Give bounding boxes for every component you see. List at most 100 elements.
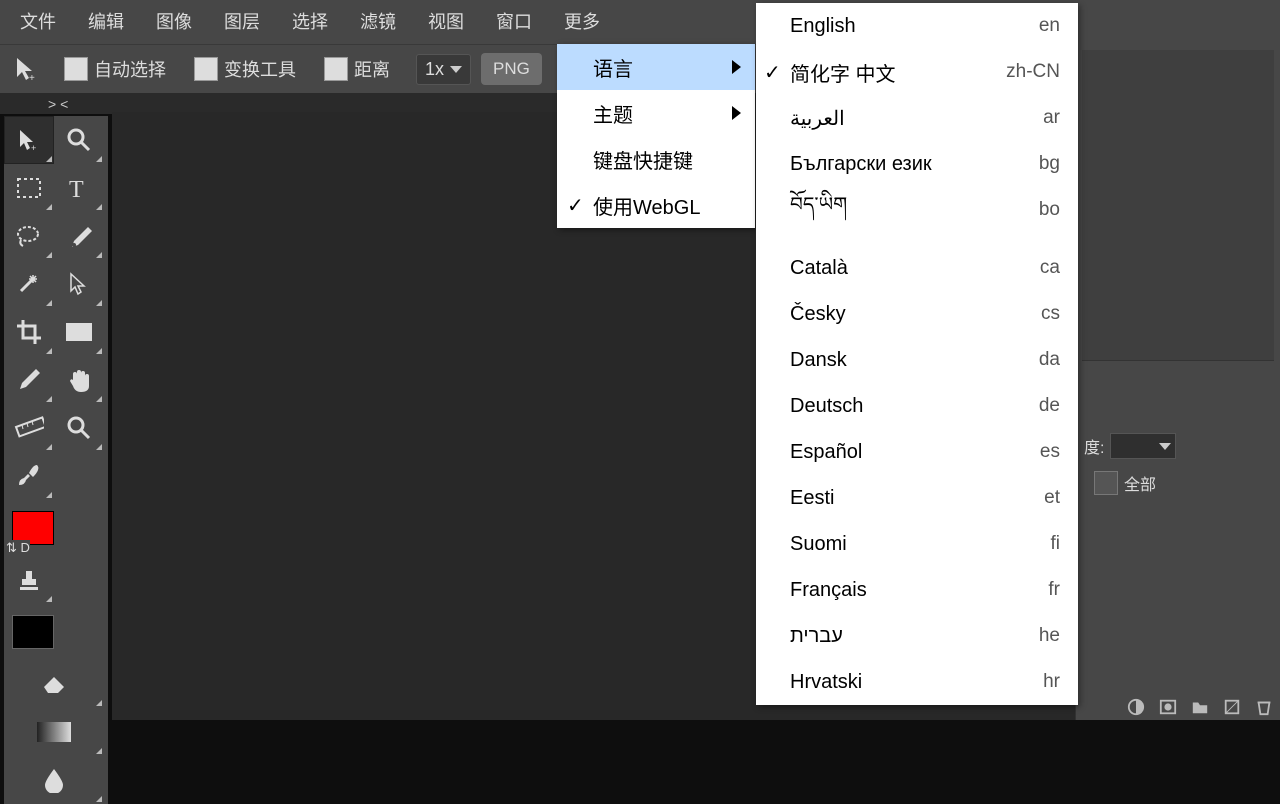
lang-name: עברית [790, 625, 843, 648]
more-keyboard-label: 键盘快捷键 [593, 145, 693, 174]
right-panel: 度: 全部 [1075, 44, 1280, 720]
menu-file[interactable]: 文件 [4, 0, 72, 44]
tool-lasso[interactable] [4, 212, 54, 260]
tool-move[interactable]: + [4, 116, 54, 164]
lang-code: fr [1048, 579, 1060, 601]
tool-gradient[interactable] [4, 708, 104, 756]
tool-rect-select[interactable] [4, 164, 54, 212]
more-language[interactable]: 语言 [557, 44, 755, 90]
more-theme[interactable]: 主题 [557, 90, 755, 136]
lock-all-label: 全部 [1124, 471, 1156, 495]
lang-code: es [1040, 441, 1060, 463]
more-keyboard[interactable]: 键盘快捷键 [557, 136, 755, 182]
tool-pen[interactable] [54, 212, 104, 260]
export-png-button[interactable]: PNG [481, 53, 542, 85]
lang-option-he[interactable]: עברית he [756, 613, 1078, 659]
lang-option-ca[interactable]: Catalàca [756, 245, 1078, 291]
tool-type[interactable]: T [54, 164, 104, 212]
tool-crop[interactable] [4, 308, 54, 356]
auto-select-checkbox[interactable] [64, 57, 88, 81]
lang-name: Suomi [790, 533, 847, 556]
lang-name: Česky [790, 303, 846, 326]
lang-option-hr[interactable]: Hrvatskihr [756, 659, 1078, 705]
lang-option-ar[interactable]: العربيةar [756, 95, 1078, 141]
check-icon: ✓ [764, 60, 781, 85]
tool-foreground-color[interactable]: ⇅ D [4, 500, 62, 556]
menu-edit[interactable]: 编辑 [72, 0, 140, 44]
lang-name: English [790, 15, 856, 38]
lang-name: Français [790, 579, 867, 602]
more-dropdown: 语言 主题 键盘快捷键 ✓ 使用WebGL [557, 44, 755, 228]
menu-more[interactable]: 更多 [548, 0, 616, 44]
lang-code: de [1039, 395, 1060, 417]
lang-option-bg[interactable]: Български език bg [756, 141, 1078, 187]
lang-option-et[interactable]: Eesti et [756, 475, 1078, 521]
tool-hand[interactable] [54, 356, 104, 404]
lang-option-fi[interactable]: Suomifi [756, 521, 1078, 567]
more-language-label: 语言 [593, 53, 633, 82]
trash-icon[interactable] [1254, 698, 1274, 716]
lang-code: da [1039, 349, 1060, 371]
submenu-arrow-icon [732, 106, 741, 120]
menu-filter[interactable]: 滤镜 [344, 0, 412, 44]
menu-layer[interactable]: 图层 [208, 0, 276, 44]
lang-code: he [1039, 625, 1060, 647]
tool-stamp[interactable] [4, 556, 54, 604]
lang-name: Български език [790, 153, 932, 176]
menu-window[interactable]: 窗口 [480, 0, 548, 44]
lang-option-cs[interactable]: Česky cs [756, 291, 1078, 337]
new-layer-icon[interactable] [1222, 698, 1242, 716]
lang-option-en[interactable]: Englishen [756, 3, 1078, 49]
panel-upper [1082, 50, 1274, 361]
lang-code: ar [1043, 107, 1060, 129]
tool-zoom[interactable] [54, 116, 104, 164]
more-webgl[interactable]: ✓ 使用WebGL [557, 182, 755, 228]
distance-checkbox[interactable] [324, 57, 348, 81]
tool-brush[interactable] [4, 452, 54, 500]
language-submenu: Englishen✓简化字 中文zh-CNالعربيةarБългарски … [756, 3, 1078, 705]
lang-option-zh-CN[interactable]: ✓简化字 中文zh-CN [756, 49, 1078, 95]
adjustment-icon[interactable] [1126, 698, 1146, 716]
tool-eraser[interactable] [4, 660, 104, 708]
tool-ruler[interactable] [4, 404, 54, 452]
svg-text:+: + [29, 73, 35, 83]
check-icon: ✓ [567, 193, 584, 218]
lang-option-fr[interactable]: Français fr [756, 567, 1078, 613]
menu-bar: 文件 编辑 图像 图层 选择 滤镜 视图 窗口 更多 [0, 0, 1280, 44]
lang-option-da[interactable]: Danskda [756, 337, 1078, 383]
menu-select[interactable]: 选择 [276, 0, 344, 44]
tool-wand[interactable] [4, 260, 54, 308]
tool-rectangle[interactable] [54, 308, 104, 356]
transform-checkbox[interactable] [194, 57, 218, 81]
lang-code: bg [1039, 153, 1060, 175]
lock-all-checkbox[interactable] [1094, 471, 1118, 495]
tool-blur[interactable] [4, 756, 104, 804]
tool-magnify[interactable] [54, 404, 104, 452]
lang-code: ca [1040, 257, 1060, 279]
tool-background-color[interactable] [4, 604, 62, 660]
lang-option-bo[interactable]: བོད་ཡིགbo [756, 187, 1078, 233]
opacity-row: 度: [1076, 427, 1280, 465]
lang-code: zh-CN [1006, 61, 1060, 83]
lang-name: བོད་ཡིག [790, 182, 847, 238]
tool-path-select[interactable] [54, 260, 104, 308]
svg-text:+: + [31, 143, 36, 153]
toolbox: + T ⇅ D [4, 116, 108, 804]
lang-name: Español [790, 441, 862, 464]
submenu-arrow-icon [732, 60, 741, 74]
lang-name: Hrvatski [790, 671, 862, 694]
lang-code: cs [1041, 303, 1060, 325]
folder-icon[interactable] [1190, 698, 1210, 716]
lang-option-es[interactable]: Español es [756, 429, 1078, 475]
layer-footer-icons [1126, 698, 1274, 716]
menu-view[interactable]: 视图 [412, 0, 480, 44]
more-webgl-label: 使用WebGL [593, 191, 700, 220]
opacity-select[interactable] [1110, 433, 1176, 459]
zoom-select[interactable]: 1x [416, 54, 471, 85]
tool-eyedropper[interactable] [4, 356, 54, 404]
menu-image[interactable]: 图像 [140, 0, 208, 44]
lang-code: et [1044, 487, 1060, 509]
mask-icon[interactable] [1158, 698, 1178, 716]
lang-option-de[interactable]: Deutschde [756, 383, 1078, 429]
lang-name: Eesti [790, 487, 834, 510]
